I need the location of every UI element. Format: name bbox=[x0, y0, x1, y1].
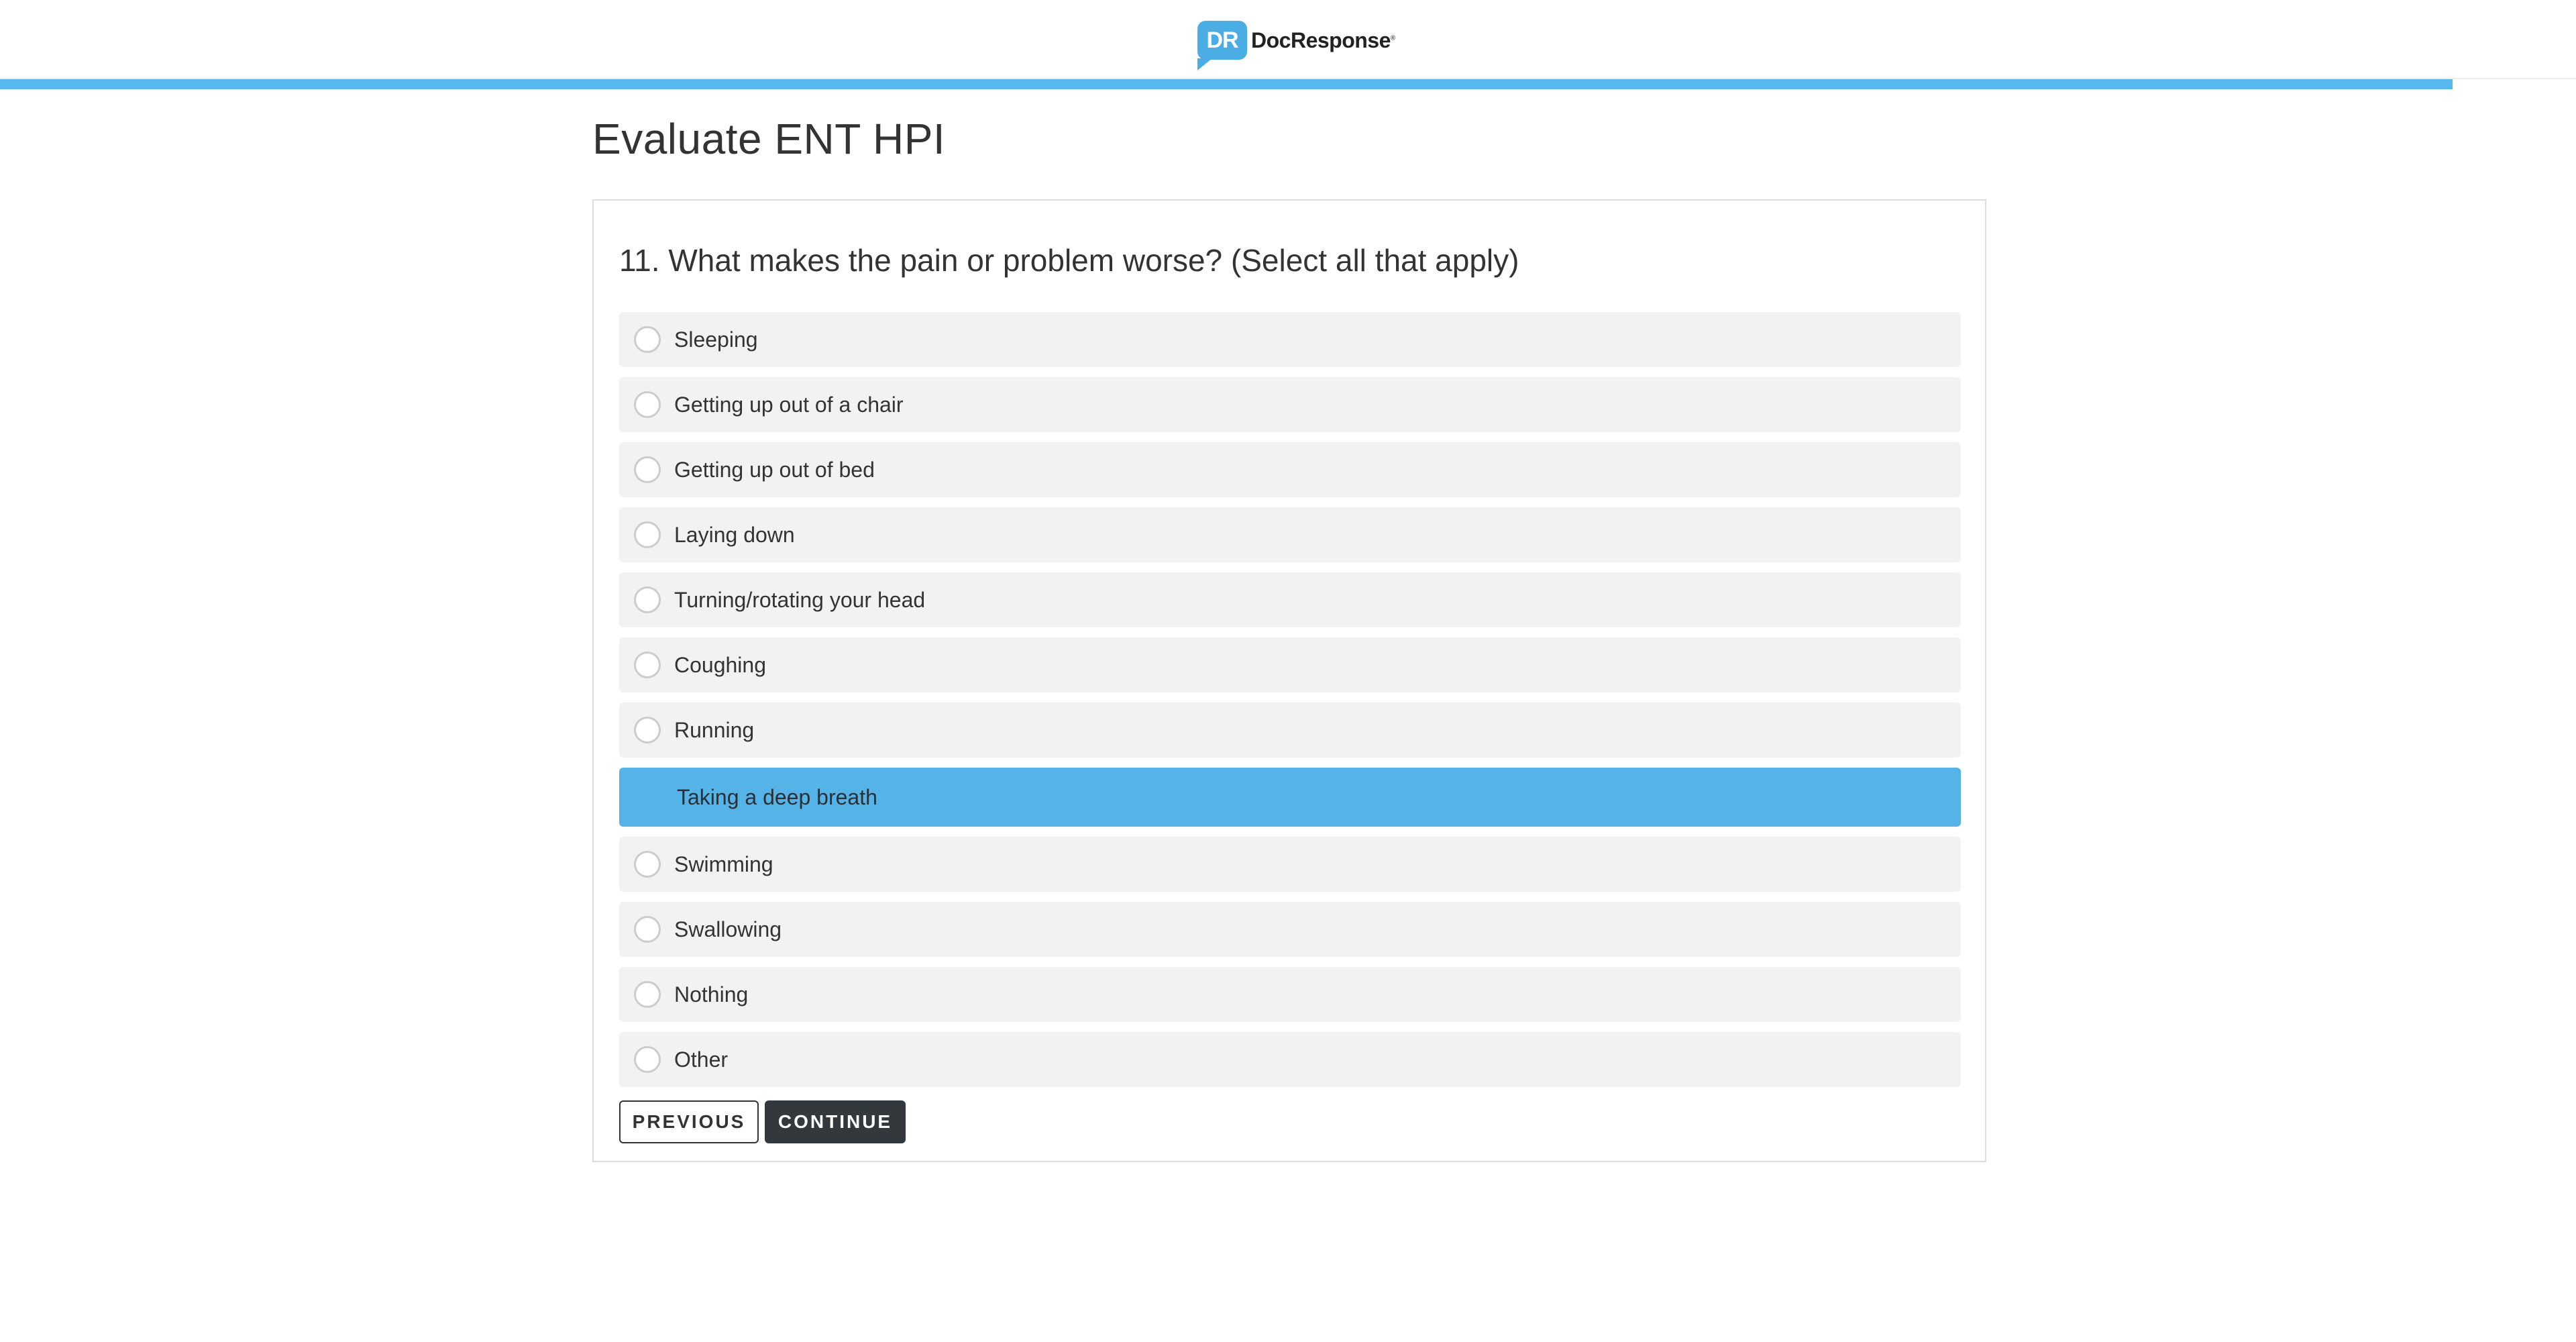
navigation-buttons: PREVIOUS CONTINUE bbox=[619, 1100, 906, 1143]
radio-circle-icon[interactable] bbox=[634, 717, 661, 743]
option-label: Laying down bbox=[674, 522, 795, 547]
option-other[interactable]: Other bbox=[619, 1032, 1961, 1087]
options-list: Sleeping Getting up out of a chair Getti… bbox=[619, 312, 1961, 1097]
option-running[interactable]: Running bbox=[619, 703, 1961, 758]
option-label: Swallowing bbox=[674, 917, 782, 941]
option-swallowing[interactable]: Swallowing bbox=[619, 902, 1961, 957]
option-label: Getting up out of a chair bbox=[674, 392, 904, 417]
continue-button[interactable]: CONTINUE bbox=[765, 1100, 906, 1143]
previous-button[interactable]: PREVIOUS bbox=[619, 1100, 759, 1143]
radio-circle-icon[interactable] bbox=[634, 981, 661, 1008]
radio-circle-icon[interactable] bbox=[634, 1046, 661, 1073]
option-getting-up-out-of-bed[interactable]: Getting up out of bed bbox=[619, 442, 1961, 497]
option-laying-down[interactable]: Laying down bbox=[619, 507, 1961, 562]
option-label: Taking a deep breath bbox=[677, 784, 877, 809]
option-coughing[interactable]: Coughing bbox=[619, 637, 1961, 692]
option-taking-deep-breath[interactable]: Taking a deep breath bbox=[619, 768, 1961, 827]
logo-text: DocResponse® bbox=[1251, 28, 1395, 53]
logo-wordmark: DocResponse bbox=[1251, 28, 1391, 52]
radio-circle-icon[interactable] bbox=[634, 652, 661, 678]
question-card: 11. What makes the pain or problem worse… bbox=[592, 199, 1986, 1162]
question-text: 11. What makes the pain or problem worse… bbox=[619, 243, 1519, 278]
option-swimming[interactable]: Swimming bbox=[619, 837, 1961, 892]
option-label: Turning/rotating your head bbox=[674, 587, 926, 612]
app-header: DR DocResponse® bbox=[0, 0, 2576, 79]
radio-circle-icon[interactable] bbox=[634, 521, 661, 548]
option-label: Nothing bbox=[674, 982, 749, 1007]
radio-circle-icon[interactable] bbox=[634, 916, 661, 943]
option-label: Coughing bbox=[674, 652, 766, 677]
option-sleeping[interactable]: Sleeping bbox=[619, 312, 1961, 367]
option-label: Swimming bbox=[674, 851, 773, 876]
option-label: Getting up out of bed bbox=[674, 457, 875, 482]
option-nothing[interactable]: Nothing bbox=[619, 967, 1961, 1022]
progress-bar-fill bbox=[0, 79, 2453, 89]
option-turning-head[interactable]: Turning/rotating your head bbox=[619, 572, 1961, 627]
logo-badge: DR bbox=[1197, 21, 1247, 70]
radio-circle-icon[interactable] bbox=[634, 586, 661, 613]
option-label: Running bbox=[674, 717, 755, 742]
radio-circle-icon[interactable] bbox=[634, 391, 661, 418]
option-label: Other bbox=[674, 1047, 729, 1072]
progress-bar bbox=[0, 79, 2576, 89]
option-getting-up-out-of-chair[interactable]: Getting up out of a chair bbox=[619, 377, 1961, 432]
option-label: Sleeping bbox=[674, 327, 758, 352]
registered-mark: ® bbox=[1390, 34, 1395, 42]
docresponse-logo[interactable]: DR DocResponse® bbox=[1197, 17, 1395, 70]
page-title: Evaluate ENT HPI bbox=[592, 115, 946, 163]
radio-circle-icon[interactable] bbox=[634, 456, 661, 483]
radio-circle-icon[interactable] bbox=[634, 851, 661, 878]
radio-circle-icon[interactable] bbox=[634, 326, 661, 353]
